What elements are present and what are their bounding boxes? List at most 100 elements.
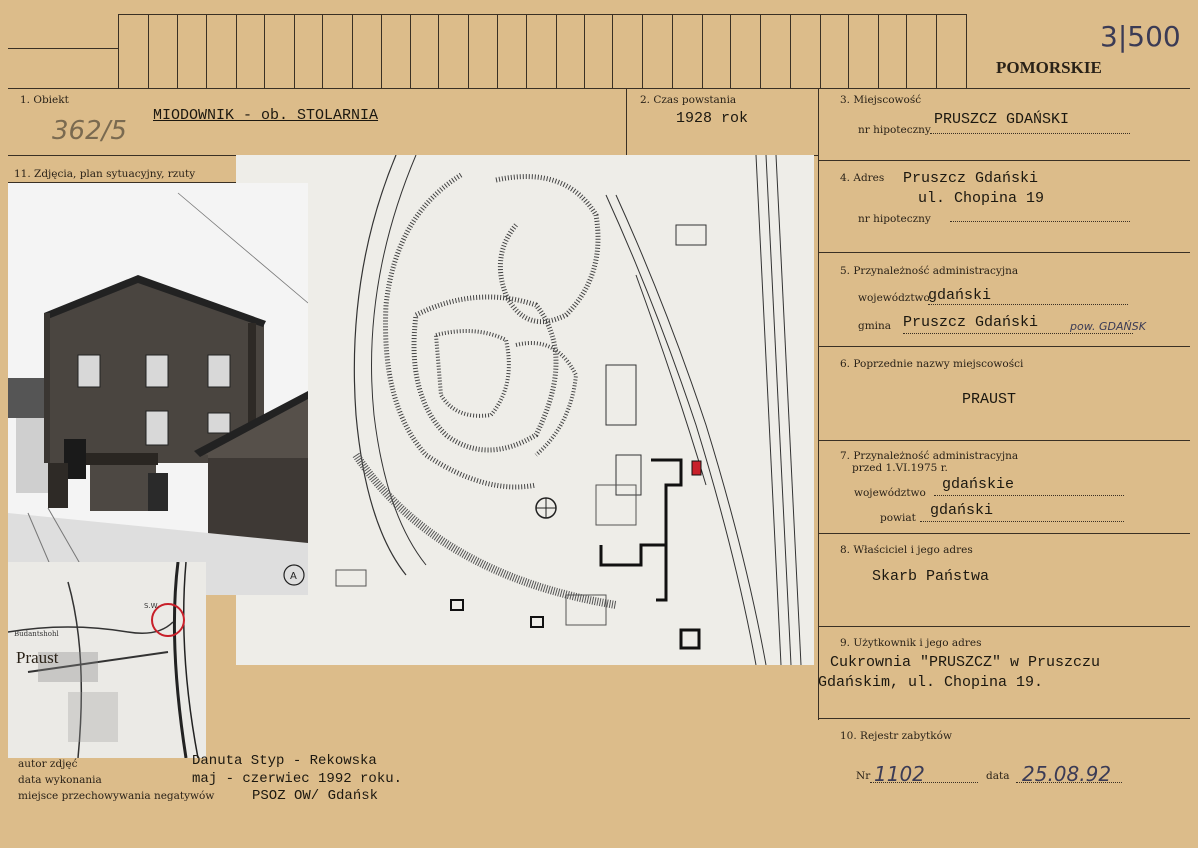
field1-label: 1. Obiekt — [20, 94, 69, 106]
field5-voivodeship-label: województwo — [858, 292, 930, 304]
field10-date-label: data — [986, 770, 1010, 782]
svg-text:S.W.: S.W. — [144, 602, 159, 610]
field7-label-line1: 7. Przynależność administracyjna — [840, 450, 1019, 462]
handwritten-object-number: 362/5 — [52, 116, 127, 146]
top-strip-tick — [322, 14, 323, 88]
dotted-line — [950, 221, 1130, 222]
dotted-line — [1016, 782, 1122, 783]
field8-label: 8. Właściciel i jego adres — [840, 544, 973, 556]
top-strip-tick — [702, 14, 703, 88]
top-strip-tick — [206, 14, 207, 88]
top-strip-tick — [236, 14, 237, 88]
field6-label: 6. Poprzednie nazwy miejscowości — [840, 358, 1024, 370]
owner: Skarb Państwa — [872, 568, 990, 585]
top-strip-tick — [556, 14, 557, 88]
locality-name: PRUSZCZ GDAŃSKI — [934, 111, 1070, 128]
user-line1: Cukrownia "PRUSZCZ" w Pruszczu — [830, 654, 1101, 671]
top-strip-tick — [294, 14, 295, 88]
top-strip-tick — [642, 14, 643, 88]
top-strip-tick — [526, 14, 527, 88]
svg-text:A: A — [290, 571, 297, 582]
dotted-line — [870, 782, 978, 783]
field9-label: 9. Użytkownik i jego adres — [840, 637, 982, 649]
field7-voivodeship-label: województwo — [854, 487, 926, 499]
field7-voivodeship-value: gdańskie — [942, 476, 1015, 493]
registry-card: POMORSKIE 3|500 1. Obiekt MIODOWNIK - ob… — [0, 0, 1198, 848]
field4-label: 4. Adres — [840, 172, 885, 184]
dotted-line — [903, 333, 1133, 334]
field3-sub-label: nr hipoteczny — [858, 124, 931, 136]
field5-gmina-value: Pruszcz Gdański — [903, 314, 1039, 331]
field4-sub-label: nr hipoteczny — [858, 213, 931, 225]
field3-label: 3. Miejscowość — [840, 94, 922, 106]
building-photo-image: A — [8, 183, 308, 595]
top-strip-tick — [468, 14, 469, 88]
top-strip-tick — [612, 14, 613, 88]
top-strip-mid-line — [8, 48, 118, 49]
field10-nr-label: Nr — [856, 770, 871, 782]
divider — [626, 88, 627, 156]
construction-date: 1928 rok — [676, 110, 749, 127]
footer-date-value: maj - czerwiec 1992 roku. — [192, 771, 403, 787]
field5-handwritten-note: pow. GDAŃSK — [1070, 320, 1146, 333]
field5-voivodeship-value: gdański — [928, 287, 992, 304]
row-line — [818, 533, 1190, 534]
footer-storage-label: miejsce przechowywania negatywów — [18, 790, 215, 802]
field10-label: 10. Rejestr zabytków — [840, 730, 952, 742]
top-strip-tick — [148, 14, 149, 88]
top-strip-tick — [848, 14, 849, 88]
top-strip-tick — [410, 14, 411, 88]
building-photo: A — [8, 183, 308, 595]
top-strip-tick — [438, 14, 439, 88]
inset-map-town-label: Praust — [16, 648, 59, 667]
top-strip-tick — [790, 14, 791, 88]
top-strip-tick — [381, 14, 382, 88]
dotted-line — [934, 495, 1124, 496]
site-plan: A — [236, 155, 814, 665]
row-line — [818, 160, 1190, 161]
top-strip-tick — [584, 14, 585, 88]
site-plan-drawing — [236, 155, 814, 665]
top-strip-tick — [264, 14, 265, 88]
top-strip-tick — [497, 14, 498, 88]
dotted-line — [928, 304, 1128, 305]
top-strip-tick — [352, 14, 353, 88]
row-line — [818, 252, 1190, 253]
top-strip-tick — [878, 14, 879, 88]
address-line2: ul. Chopina 19 — [918, 190, 1045, 207]
field7-district-label: powiat — [880, 512, 916, 524]
footer-storage-value: PSOZ OW/ Gdańsk — [252, 788, 379, 804]
row1-bottom-left — [8, 155, 248, 156]
corner-handwritten-number: 3|500 — [1100, 20, 1181, 53]
top-strip-tick — [936, 14, 937, 88]
footer-date-label: data wykonania — [18, 774, 102, 786]
footer-author-label: autor zdjęć — [18, 758, 78, 770]
top-strip-tick — [730, 14, 731, 88]
field5-gmina-label: gmina — [858, 320, 892, 332]
top-strip-tick — [966, 14, 967, 88]
inset-map: S.W. Budantshohl Praust — [8, 562, 206, 758]
svg-text:Budantshohl: Budantshohl — [14, 630, 59, 638]
field11-label: 11. Zdjęcia, plan sytuacyjny, rzuty — [14, 168, 196, 180]
address-line1: Pruszcz Gdański — [903, 170, 1039, 187]
top-strip-tick — [672, 14, 673, 88]
top-strip-tick — [177, 14, 178, 88]
top-strip-tick — [820, 14, 821, 88]
object-name: MIODOWNIK - ob. STOLARNIA — [153, 107, 379, 124]
field2-label: 2. Czas powstania — [640, 94, 737, 106]
row-line — [818, 718, 1190, 719]
row-line — [818, 440, 1190, 441]
top-strip-tick — [118, 14, 119, 88]
top-strip-top-line — [118, 14, 966, 15]
top-strip-tick — [906, 14, 907, 88]
former-name: PRAUST — [962, 391, 1017, 408]
dotted-line — [920, 521, 1124, 522]
region-title: POMORSKIE — [996, 58, 1102, 77]
top-strip-tick — [760, 14, 761, 88]
field5-label: 5. Przynależność administracyjna — [840, 265, 1019, 277]
row-line — [818, 626, 1190, 627]
field7-district-value: gdański — [930, 502, 994, 519]
user-line2: Gdańskim, ul. Chopina 19. — [818, 674, 1044, 691]
field7-label-line2: przed 1.VI.1975 r. — [852, 462, 948, 474]
dotted-line — [930, 133, 1130, 134]
